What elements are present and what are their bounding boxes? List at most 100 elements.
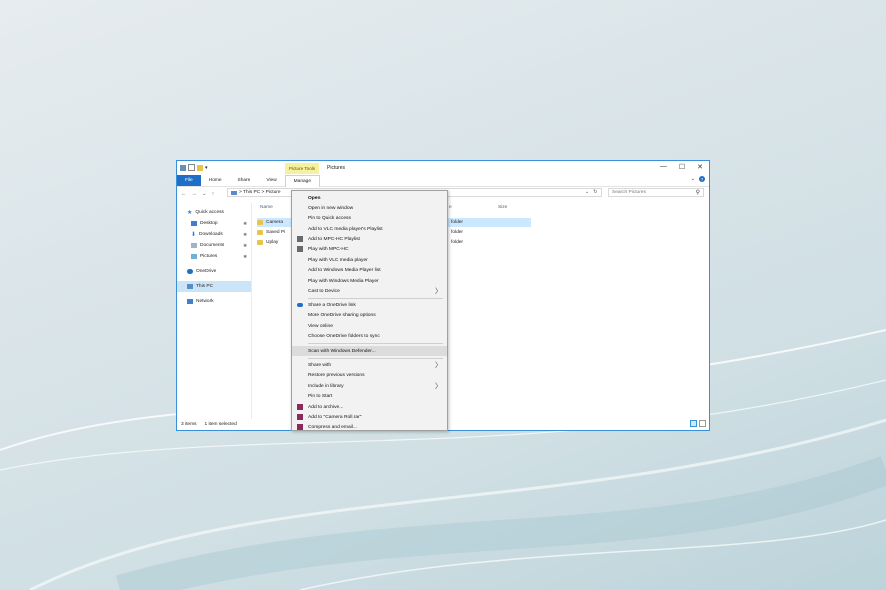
menu-item-scan-defender[interactable]: Scan with Windows Defender... — [292, 346, 447, 356]
ribbon-right: ⌄ ? — [691, 176, 705, 182]
documents-icon — [191, 243, 197, 248]
search-box[interactable]: Search Pictures ⚲ — [608, 188, 704, 197]
pin-icon[interactable]: ✱ — [243, 243, 247, 249]
nav-item-desktop[interactable]: Desktop ✱ — [177, 218, 251, 229]
menu-item-play-wmp[interactable]: Play with Windows Media Player — [292, 276, 447, 286]
menu-item-play-mpc[interactable]: Play with MPC-HC — [292, 244, 447, 254]
column-header-size[interactable]: Size — [498, 205, 507, 210]
nav-item-label: Pictures — [200, 254, 218, 259]
pin-icon[interactable]: ✱ — [243, 221, 247, 227]
title-bar: ▾ Picture Tools Pictures — ☐ ✕ — [177, 161, 709, 175]
properties-icon[interactable] — [188, 164, 195, 171]
menu-item-view-online[interactable]: View online — [292, 321, 447, 331]
nav-item-pictures[interactable]: Pictures ✱ — [177, 251, 251, 262]
chevron-right-icon: 〉 — [435, 288, 442, 295]
minimize-button[interactable]: — — [660, 163, 667, 171]
menu-item-add-mpc-playlist[interactable]: Add to MPC-HC Playlist — [292, 234, 447, 244]
address-path[interactable]: > This PC > Picture — [239, 190, 281, 195]
window-title: Pictures — [327, 165, 346, 171]
tab-view[interactable]: View — [258, 175, 284, 186]
menu-item-label: Share a OneDrive link — [308, 302, 356, 308]
menu-item-label: Pin to Start — [308, 393, 333, 399]
nav-item-network[interactable]: Network — [177, 296, 251, 307]
menu-item-label: Cast to Device — [308, 288, 340, 294]
ribbon-collapse-icon[interactable]: ⌄ — [691, 176, 695, 182]
file-name: Saved Pi — [266, 230, 286, 235]
refresh-icon[interactable]: ↻ — [593, 189, 597, 195]
menu-item-label: Include in library — [308, 383, 344, 389]
menu-item-label: Pin to Quick access — [308, 215, 351, 221]
menu-item-add-rar[interactable]: Add to "Camera Roll.rar" — [292, 412, 447, 422]
menu-item-restore-versions[interactable]: Restore previous versions — [292, 370, 447, 380]
nav-item-onedrive[interactable]: OneDrive — [177, 266, 251, 277]
pin-icon[interactable]: ✱ — [243, 254, 247, 260]
folder-icon — [257, 230, 263, 235]
nav-item-this-pc[interactable]: This PC — [177, 281, 251, 292]
menu-item-choose-onedrive-folders[interactable]: Choose OneDrive folders to sync — [292, 331, 447, 341]
pin-icon[interactable]: ✱ — [243, 232, 247, 238]
file-type: folder — [451, 230, 463, 235]
nav-item-label: OneDrive — [196, 269, 217, 274]
search-input[interactable]: Search Pictures — [612, 190, 646, 195]
nav-item-label: Quick access — [195, 210, 224, 215]
help-icon[interactable]: ? — [699, 176, 705, 182]
maximize-button[interactable]: ☐ — [679, 163, 685, 171]
close-button[interactable]: ✕ — [697, 163, 703, 171]
menu-item-label: View online — [308, 323, 333, 329]
ribbon-tabs: File Home Share View Manage ⌄ ? — [177, 174, 709, 187]
nav-item-label: Documents — [200, 243, 225, 248]
menu-item-open-new-window[interactable]: Open in new window — [292, 203, 447, 213]
menu-item-label: Restore previous versions — [308, 372, 365, 378]
menu-item-label: Open in new window — [308, 205, 354, 211]
menu-item-include-library[interactable]: Include in library 〉 — [292, 381, 447, 391]
menu-item-label: More OneDrive sharing options — [308, 312, 376, 318]
nav-item-label: Desktop — [200, 221, 218, 226]
address-dropdown-icon[interactable]: ⌄ — [585, 189, 589, 195]
window-controls: — ☐ ✕ — [660, 163, 703, 171]
nav-item-label: This PC — [196, 284, 214, 289]
qat-dropdown-icon[interactable]: ▾ — [205, 165, 208, 171]
menu-item-label: Choose OneDrive folders to sync — [308, 333, 380, 339]
app-icon[interactable] — [180, 164, 186, 171]
status-bar: 3 items 1 item selected — [181, 422, 237, 427]
file-type: folder — [451, 220, 463, 225]
forward-icon[interactable]: → — [192, 191, 198, 197]
menu-item-label: Play with Windows Media Player — [308, 278, 379, 284]
menu-item-add-wmp-list[interactable]: Add to Windows Media Player list — [292, 265, 447, 275]
tab-manage[interactable]: Manage — [284, 174, 320, 187]
menu-item-compress-email[interactable]: Compress and email... — [292, 422, 447, 430]
tab-share[interactable]: Share — [230, 175, 259, 186]
details-view-icon[interactable] — [690, 420, 697, 427]
menu-item-add-archive[interactable]: Add to archive... — [292, 402, 447, 412]
menu-item-pin-quick-access[interactable]: Pin to Quick access — [292, 213, 447, 223]
large-icons-view-icon[interactable] — [699, 420, 706, 427]
menu-item-add-vlc-playlist[interactable]: Add to VLC media player's Playlist — [292, 224, 447, 234]
nav-item-documents[interactable]: Documents ✱ — [177, 240, 251, 251]
tab-file[interactable]: File — [177, 175, 201, 186]
item-count: 3 items — [181, 422, 197, 427]
tab-home[interactable]: Home — [201, 175, 230, 186]
menu-item-pin-start[interactable]: Pin to Start — [292, 391, 447, 401]
pictures-icon — [191, 254, 197, 259]
back-icon[interactable]: ← — [181, 191, 187, 197]
download-icon: ⬇ — [191, 232, 197, 238]
recent-dropdown-icon[interactable]: ⌄ — [202, 191, 207, 197]
selection-count: 1 item selected — [204, 422, 237, 427]
menu-item-onedrive-sharing-options[interactable]: More OneDrive sharing options — [292, 310, 447, 320]
search-icon[interactable]: ⚲ — [696, 189, 700, 196]
new-folder-icon[interactable] — [197, 164, 203, 171]
picture-tools-tab[interactable]: Picture Tools — [285, 163, 319, 174]
file-type: folder — [451, 240, 463, 245]
chevron-right-icon: 〉 — [435, 383, 442, 390]
nav-item-quick-access[interactable]: ★ Quick access — [177, 207, 251, 218]
menu-item-share-with[interactable]: Share with 〉 — [292, 360, 447, 370]
column-header-name[interactable]: Name — [260, 205, 273, 210]
menu-item-share-onedrive-link[interactable]: Share a OneDrive link — [292, 300, 447, 310]
nav-item-downloads[interactable]: ⬇ Downloads ✱ — [177, 229, 251, 240]
menu-item-cast-to-device[interactable]: Cast to Device 〉 — [292, 286, 447, 296]
navigation-pane: ★ Quick access Desktop ✱ ⬇ Downloads ✱ D… — [177, 203, 252, 419]
menu-item-play-vlc[interactable]: Play with VLC media player — [292, 255, 447, 265]
menu-item-open[interactable]: Open — [292, 193, 447, 203]
up-icon[interactable]: ↑ — [212, 191, 215, 197]
column-header-type[interactable]: e — [449, 205, 452, 210]
